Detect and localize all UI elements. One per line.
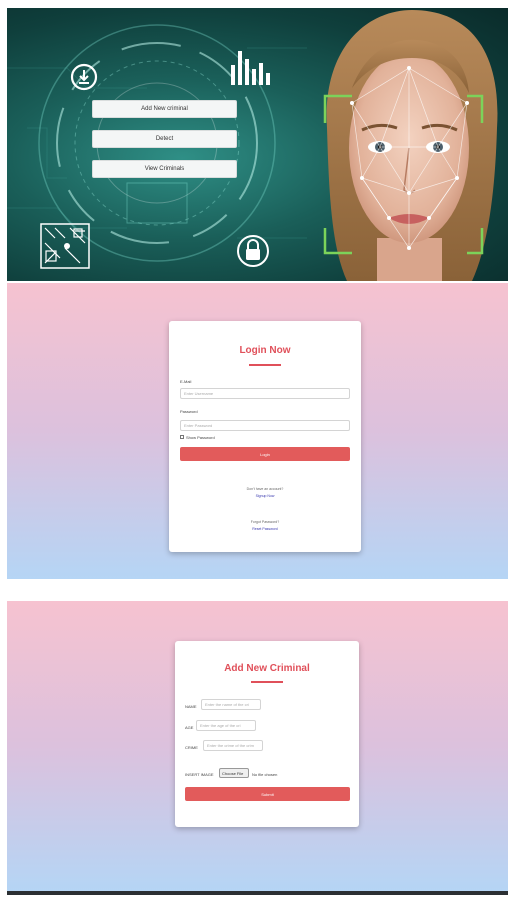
detect-button[interactable]: Detect xyxy=(92,130,237,148)
title-underline xyxy=(251,681,283,683)
view-criminals-button[interactable]: View Criminals xyxy=(92,160,237,178)
email-label: E-Mail xyxy=(180,379,192,384)
login-button[interactable]: Login xyxy=(180,447,350,461)
page-bottom-strip xyxy=(7,891,508,895)
crime-input[interactable]: Enter the crime of the crim xyxy=(203,740,263,751)
age-label: AGE xyxy=(185,725,194,730)
reset-password-link[interactable]: Reset Password xyxy=(169,527,361,531)
add-new-criminal-button[interactable]: Add New criminal xyxy=(92,100,237,118)
insert-image-label: INSERT IMAGE xyxy=(185,772,214,777)
choose-file-button[interactable]: Choose File xyxy=(219,768,249,778)
email-input[interactable]: Enter Username xyxy=(180,388,350,399)
signup-link[interactable]: Signup Now xyxy=(169,494,361,498)
login-title: Login Now xyxy=(239,345,291,356)
password-input[interactable]: Enter Password xyxy=(180,420,350,431)
hero-banner: Add New criminal Detect View Criminals xyxy=(7,8,508,281)
forgot-password-text: Forgot Password? xyxy=(250,520,280,524)
login-card: Login Now E-Mail Enter Username Password… xyxy=(169,321,361,552)
bar-chart-icon xyxy=(231,51,270,85)
add-criminal-card: Add New Criminal NAME Enter the name of … xyxy=(175,641,359,827)
crime-label: CRIME xyxy=(185,745,198,750)
age-input[interactable]: Enter the age of the cri xyxy=(196,720,256,731)
password-label: Password xyxy=(180,409,198,414)
add-criminal-title: Add New Criminal xyxy=(224,663,310,674)
download-icon xyxy=(70,63,98,91)
show-password-checkbox[interactable] xyxy=(180,435,184,439)
submit-button[interactable]: Submit xyxy=(185,787,350,801)
login-page: Login Now E-Mail Enter Username Password… xyxy=(7,283,508,579)
title-underline xyxy=(249,364,281,366)
name-label: NAME xyxy=(185,704,197,709)
face-scan-image xyxy=(323,10,498,281)
lock-icon xyxy=(237,235,269,267)
show-password-label: Show Password xyxy=(186,435,215,440)
qr-code-icon xyxy=(40,223,90,269)
no-file-text: No file chosen xyxy=(252,772,278,777)
no-account-text: Don't have an account? xyxy=(246,487,284,491)
add-criminal-page: Add New Criminal NAME Enter the name of … xyxy=(7,601,508,891)
name-input[interactable]: Enter the name of the cri xyxy=(201,699,261,710)
